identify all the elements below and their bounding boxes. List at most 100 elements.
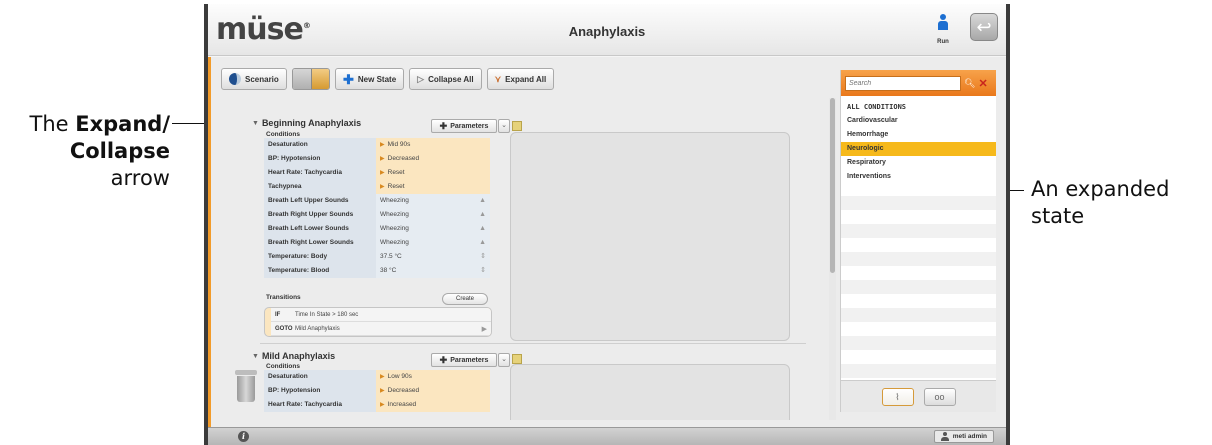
condition-value[interactable]: ▶ Low 90s [376,369,490,384]
play-arrow-icon: ▶ [380,373,385,380]
state-detail-panel [510,364,790,420]
condition-value-text: Wheezing [380,210,409,218]
user-badge[interactable]: meti admin [933,430,994,443]
chevron-up-icon[interactable]: ▲ [479,208,486,222]
condition-row[interactable]: Heart Rate: Tachycardia ▶ Increased [264,397,490,412]
chevron-up-icon[interactable]: ▲ [479,222,486,236]
list-view-icon[interactable] [311,69,329,89]
category-item[interactable]: Neurologic [841,142,996,156]
condition-row[interactable]: Breath Right Lower Sounds Wheezing ▲ [264,235,490,250]
goto-label: GOTO [275,325,293,332]
condition-name: Temperature: Blood [264,263,376,278]
condition-row[interactable]: Desaturation ▶ Mid 90s [264,137,490,152]
category-item[interactable]: Interventions [841,170,996,184]
condition-value[interactable]: ▶ Reset [376,179,490,194]
parameters-label: Parameters [450,356,489,364]
expand-all-button[interactable]: ⋎ Expand All [486,68,555,90]
trash-icon[interactable] [235,370,257,402]
grid-view-icon[interactable] [293,69,312,89]
condition-value-text: Mid 90s [387,140,411,148]
condition-value[interactable]: ▶ Mid 90s [376,137,490,152]
search-icon[interactable]: 🔍︎ [964,78,975,89]
condition-value-text: 37.5 °C [380,252,402,260]
category-item[interactable]: ALL CONDITIONS [841,100,996,114]
condition-value[interactable]: 38 °C ⇕ [376,263,490,278]
parameters-dropdown[interactable]: ⌄ [498,119,510,133]
expand-icon: ⋎ [494,73,502,84]
collapse-all-button[interactable]: ▷ Collapse All [409,68,482,90]
category-item[interactable]: Respiratory [841,156,996,170]
note-icon[interactable] [512,354,522,364]
new-state-button[interactable]: ✚ New State [335,68,405,90]
condition-value-text: 38 °C [380,266,397,274]
condition-value[interactable]: Wheezing ▲ [376,235,490,250]
condition-value[interactable]: ▶ Increased [376,397,490,412]
transition-if-row: IF Time In State > 180 sec [271,308,491,322]
condition-name: Heart Rate: Tachycardia [264,397,376,412]
info-icon[interactable]: i [238,431,249,442]
category-item[interactable]: Cardiovascular [841,114,996,128]
conditions-table: Desaturation ▶ Mid 90s BP: Hypotension ▶ Decr… [264,137,490,278]
expand-collapse-arrow-icon[interactable]: ▼ [252,353,259,360]
back-button[interactable]: ↩ [970,13,998,41]
run-label: Run [937,39,949,45]
chevron-down-icon: ⌄ [501,122,507,129]
condition-value[interactable]: 37.5 °C ⇕ [376,249,490,264]
parameters-dropdown[interactable]: ⌄ [498,353,510,367]
view-toggle[interactable] [292,68,330,90]
callout-expanded-state: An expanded state [1031,177,1170,228]
condition-row[interactable]: Desaturation ▶ Low 90s [264,369,490,384]
condition-value-text: Increased [387,400,417,408]
condition-row[interactable]: BP: Hypotension ▶ Decreased [264,151,490,166]
condition-value[interactable]: ▶ Decreased [376,151,490,166]
condition-value-text: Reset [387,182,405,190]
condition-row[interactable]: Temperature: Body 37.5 °C ⇕ [264,249,490,264]
condition-row[interactable]: Breath Left Lower Sounds Wheezing ▲ [264,221,490,236]
condition-value[interactable]: ▶ Decreased [376,383,490,398]
condition-row[interactable]: Breath Right Upper Sounds Wheezing ▲ [264,207,490,222]
sidebar-footer: ⌇ oo [841,380,996,412]
search-input[interactable] [845,75,961,91]
note-icon[interactable] [512,121,522,131]
run-button[interactable]: Run [932,14,954,48]
condition-value[interactable]: ▶ Reset [376,165,490,180]
editor-scrollbar[interactable] [829,98,836,420]
condition-row[interactable]: Heart Rate: Tachycardia ▶ Reset [264,165,490,180]
title-bar: müse® Anaphylaxis Run ↩ [208,4,1006,56]
waveform-button[interactable]: ⌇ [881,387,914,406]
parameters-button[interactable]: ✚ Parameters [431,119,497,133]
condition-row[interactable]: Tachypnea ▶ Reset [264,179,490,194]
condition-value[interactable]: Wheezing ▲ [376,193,490,208]
condition-value[interactable]: Wheezing ▲ [376,207,490,222]
create-transition-button[interactable]: Create [442,293,488,305]
chevron-up-icon[interactable]: ▲ [479,236,486,250]
callout-expand-collapse: The Expand/ Collapse arrow [0,111,170,192]
condition-row[interactable]: Temperature: Blood 38 °C ⇕ [264,263,490,278]
scenario-label: Scenario [245,74,279,84]
condition-value[interactable]: Wheezing ▲ [376,221,490,236]
scenario-button[interactable]: Scenario [221,68,287,90]
voicemail-icon: oo [934,391,945,402]
parameters-button[interactable]: ✚ Parameters [431,353,497,367]
scrollbar-thumb[interactable] [830,98,835,273]
category-item[interactable]: Hemorrhage [841,128,996,142]
condition-name: BP: Hypotension [264,383,376,398]
condition-value-text: Wheezing [380,238,409,246]
state-title[interactable]: Beginning Anaphylaxis [262,118,361,128]
condition-row[interactable]: BP: Hypotension ▶ Decreased [264,383,490,398]
goto-arrow-icon[interactable]: ▶ [482,325,487,333]
callout-prefix: The [29,112,76,136]
state-title[interactable]: Mild Anaphylaxis [262,351,335,361]
chevron-up-icon[interactable]: ▲ [479,194,486,208]
stepper-icon[interactable]: ⇕ [480,264,486,278]
transition-box[interactable]: IF Time In State > 180 sec GOTO Mild Ana… [264,307,492,337]
scenario-icon [229,73,241,85]
expand-collapse-arrow-icon[interactable]: ▼ [252,120,259,127]
stepper-icon[interactable]: ⇕ [480,250,486,264]
close-icon[interactable]: ✕ [978,77,987,90]
voicemail-button[interactable]: oo [923,387,956,406]
chevron-down-icon: ⌄ [501,356,507,363]
condition-row[interactable]: Breath Left Upper Sounds Wheezing ▲ [264,193,490,208]
plus-icon: ✚ [439,120,448,131]
condition-name: Temperature: Body [264,249,376,264]
